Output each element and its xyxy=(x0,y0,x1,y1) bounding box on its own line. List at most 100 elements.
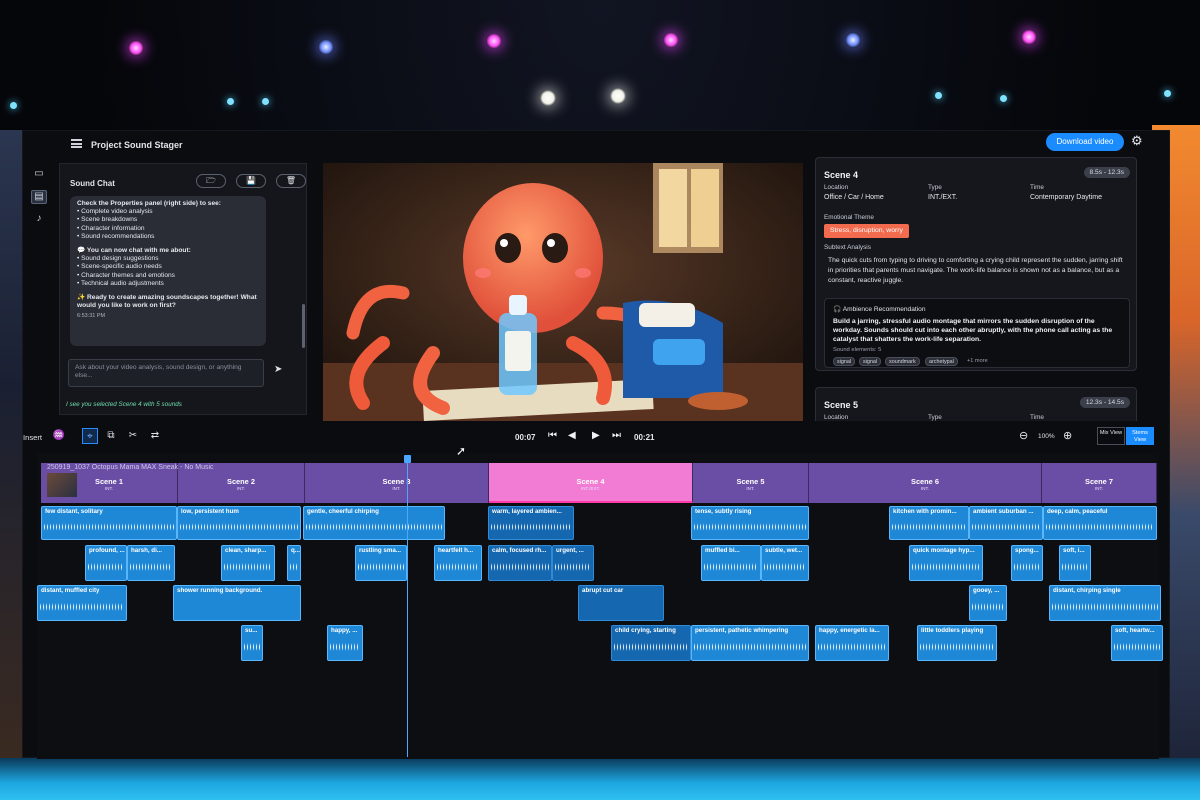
scene-block-3[interactable]: Scene 3 INT. xyxy=(305,463,489,503)
skip-back-icon[interactable]: ⏮ xyxy=(548,430,557,441)
sound-clip[interactable]: child crying, starting xyxy=(611,625,691,661)
time-value: Contemporary Daytime xyxy=(1030,194,1102,201)
scene-card-title: Scene 4 xyxy=(824,170,859,180)
emotion-tag: Stress, disruption, worry xyxy=(824,224,909,238)
video-icon[interactable]: ▭ xyxy=(31,168,47,182)
sound-chip[interactable]: signal xyxy=(833,357,856,366)
sound-clip[interactable]: quick montage hyp... xyxy=(909,545,983,581)
sound-clip[interactable]: ambient suburban ... xyxy=(969,506,1043,540)
sound-clip[interactable]: soft, heartw... xyxy=(1111,625,1163,661)
stems-view-button[interactable]: Stems View xyxy=(1126,427,1154,445)
sound-clip[interactable]: profound, ... xyxy=(85,545,127,581)
scene-card-4[interactable]: Scene 4 8.5s - 12.3s Location Office / C… xyxy=(815,157,1137,371)
sound-clip[interactable]: soft, i... xyxy=(1059,545,1091,581)
message-list-item: • Scene-specific audio needs xyxy=(77,263,162,271)
stage-light xyxy=(1164,90,1171,97)
chat-scrollbar[interactable] xyxy=(302,304,305,348)
sound-clip[interactable]: low, persistent hum xyxy=(177,506,301,540)
stage-light xyxy=(935,92,942,99)
chat-input[interactable]: Ask about your video analysis, sound des… xyxy=(68,359,264,387)
sound-clip[interactable]: few distant, solitary xyxy=(41,506,177,540)
sound-clip[interactable]: happy, ... xyxy=(327,625,363,661)
stage-light xyxy=(845,32,861,48)
video-preview[interactable] xyxy=(323,163,803,421)
scene-block-7[interactable]: Scene 7 INT. xyxy=(1042,463,1157,503)
sound-clip[interactable]: tense, subtly rising xyxy=(691,506,809,540)
scene-time-badge: 8.5s - 12.3s xyxy=(1083,167,1130,178)
sound-clip[interactable]: muffled bi... xyxy=(701,545,761,581)
playhead[interactable] xyxy=(407,457,408,757)
current-time: 00:07 xyxy=(515,433,536,442)
scene-card-5[interactable]: Scene 5 12.3s - 14.5s Location Type Time xyxy=(815,387,1137,421)
select-tool-icon[interactable]: ⌖ xyxy=(82,428,98,444)
message-outro-bold: ✨ Ready to create amazing soundscapes to… xyxy=(77,294,239,302)
step-back-icon[interactable]: ◀ xyxy=(568,430,576,441)
sound-clip[interactable]: persistent, pathetic whimpering xyxy=(691,625,809,661)
clip-waveform xyxy=(555,557,591,577)
sound-clip[interactable]: spong... xyxy=(1011,545,1043,581)
sound-clip[interactable]: abrupt cut car xyxy=(578,585,664,621)
sound-clip[interactable]: subtle, wet... xyxy=(761,545,809,581)
cut-tool-icon[interactable]: ✂ xyxy=(125,428,141,444)
sound-chip[interactable]: signal xyxy=(859,357,882,366)
message-list-item: • Sound design suggestions xyxy=(77,255,159,263)
playhead-handle[interactable] xyxy=(404,455,411,463)
sound-clip[interactable]: kitchen with promin... xyxy=(889,506,969,540)
delete-button[interactable]: 🗑 xyxy=(276,174,306,188)
scene-block-5[interactable]: Scene 5 INT. xyxy=(693,463,809,503)
sound-clip[interactable]: heartfelt h... xyxy=(434,545,482,581)
scene-block-4[interactable]: Scene 4 INT./EXT. xyxy=(489,463,693,503)
download-video-button[interactable]: Download video xyxy=(1046,133,1124,151)
sound-chip[interactable]: soundmark xyxy=(885,357,920,366)
link-tool-icon[interactable]: ⇄ xyxy=(147,428,163,444)
zoom-in-icon[interactable]: ⊕ xyxy=(1063,429,1072,442)
sound-clip[interactable]: distant, chirping single xyxy=(1049,585,1161,621)
step-forward-icon[interactable]: ⏭ xyxy=(612,430,621,441)
sound-clip[interactable]: happy, energetic la... xyxy=(815,625,889,661)
sound-clip[interactable]: gentle, cheerful chirping xyxy=(303,506,445,540)
sound-clip[interactable]: shower running background. xyxy=(173,585,301,621)
sound-clip[interactable]: clean, sharp... xyxy=(221,545,275,581)
clip-waveform xyxy=(694,637,806,657)
message-list-item: • Sound recommendations xyxy=(77,232,155,240)
sound-chip[interactable]: archetypal xyxy=(925,357,958,366)
total-time: 00:21 xyxy=(634,433,655,442)
insert-label[interactable]: Insert xyxy=(23,433,42,442)
timeline[interactable]: Scene 1 INT. Scene 2 INT. Scene 3 INT. Scen… xyxy=(37,453,1163,759)
audio-insert-icon[interactable]: ♒ xyxy=(51,428,67,444)
more-chips-link[interactable]: +1 more xyxy=(967,358,988,364)
clip-waveform xyxy=(244,637,260,657)
play-icon[interactable]: ▶ xyxy=(592,430,600,441)
clip-label: heartfelt h... xyxy=(438,547,474,554)
clip-waveform xyxy=(920,637,994,657)
audio-wave-icon[interactable]: ♪ xyxy=(31,213,47,227)
open-folder-button[interactable]: 🗁 xyxy=(196,174,226,188)
sound-clip[interactable]: su... xyxy=(241,625,263,661)
send-icon[interactable]: ➤ xyxy=(274,364,282,375)
sound-clip[interactable]: warm, layered ambien... xyxy=(488,506,574,540)
sound-clip[interactable]: gooey, ... xyxy=(969,585,1007,621)
sound-clip[interactable]: q... xyxy=(287,545,301,581)
menu-icon[interactable] xyxy=(71,139,82,148)
clip-waveform xyxy=(764,557,806,577)
clip-waveform xyxy=(224,557,272,577)
sound-clip[interactable]: rustling sma... xyxy=(355,545,407,581)
trim-tool-icon[interactable]: ⧉ xyxy=(103,428,119,444)
zoom-out-icon[interactable]: ⊖ xyxy=(1019,429,1028,442)
chat-icon[interactable]: ▤ xyxy=(31,190,47,204)
sound-clip[interactable]: urgent, ... xyxy=(552,545,594,581)
clip-label: persistent, pathetic whimpering xyxy=(695,627,789,634)
time-ruler[interactable] xyxy=(37,453,1159,463)
save-button[interactable]: 💾 xyxy=(236,174,266,188)
gear-icon[interactable]: ⚙ xyxy=(1131,133,1143,149)
scene-time-badge: 12.3s - 14.5s xyxy=(1079,397,1130,408)
sound-clip[interactable]: distant, muffled city xyxy=(37,585,127,621)
sound-clip[interactable]: harsh, di... xyxy=(127,545,175,581)
scene-block-name: Scene 3 xyxy=(382,477,411,486)
sound-clip[interactable]: little toddlers playing xyxy=(917,625,997,661)
video-track-label: 250919_1037 Octopus Mama MAX Sneak - No … xyxy=(47,464,214,471)
sound-clip[interactable]: calm, focused rh... xyxy=(488,545,552,581)
scene-block-6[interactable]: Scene 6 INT. xyxy=(809,463,1042,503)
sound-clip[interactable]: deep, calm, peaceful xyxy=(1043,506,1157,540)
mix-view-button[interactable]: Mix View xyxy=(1097,427,1125,445)
